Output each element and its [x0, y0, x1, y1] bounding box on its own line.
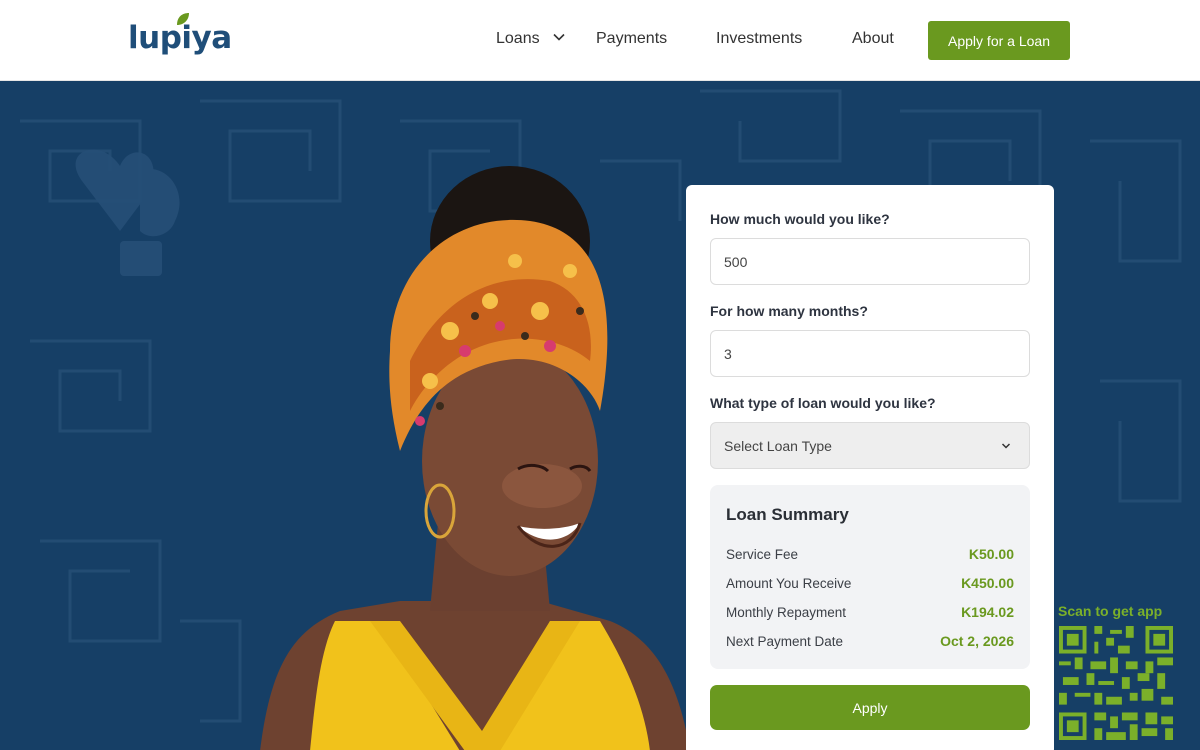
summary-label: Next Payment Date: [726, 634, 844, 649]
site-header: lupiya Loans Payments Investments About …: [0, 0, 1200, 81]
summary-label: Service Fee: [726, 547, 799, 562]
loan-type-selected: Select Loan Type: [724, 437, 832, 454]
nav-investments[interactable]: Investments: [716, 30, 802, 48]
apply-for-loan-button[interactable]: Apply for a Loan: [928, 21, 1070, 60]
summary-value: K194.02: [961, 604, 1014, 620]
summary-value: K50.00: [968, 546, 1014, 562]
summary-row-amount-receive: Amount You Receive K450.00: [726, 574, 1014, 594]
months-question: For how many months?: [710, 303, 868, 319]
summary-row-monthly-repayment: Monthly Repayment K194.02: [726, 603, 1014, 623]
leaf-icon: [177, 13, 189, 25]
summary-value: K450.00: [961, 575, 1014, 591]
loan-calculator-card: How much would you like? For how many mo…: [686, 185, 1054, 750]
amount-question: How much would you like?: [710, 211, 890, 227]
loan-type-select[interactable]: Select Loan Type: [710, 422, 1030, 469]
qr-label: Scan to get app: [1058, 603, 1163, 619]
summary-title: Loan Summary: [726, 505, 849, 524]
loan-summary: Loan Summary Service Fee K50.00 Amount Y…: [710, 485, 1030, 669]
nav-loans[interactable]: Loans: [496, 30, 566, 48]
lupiya-logo[interactable]: lupiya: [128, 12, 232, 58]
months-input[interactable]: [710, 330, 1030, 377]
hero-section: How much would you like? For how many mo…: [0, 81, 1200, 750]
nav-about[interactable]: About: [852, 30, 894, 48]
hero-photo: [260, 166, 690, 750]
qr-code-icon[interactable]: [1059, 626, 1173, 740]
summary-value: Oct 2, 2026: [940, 633, 1014, 649]
summary-label: Monthly Repayment: [726, 605, 847, 620]
chevron-down-icon: [553, 33, 565, 41]
apply-button[interactable]: Apply: [710, 685, 1030, 730]
loan-type-question: What type of loan would you like?: [710, 395, 936, 411]
chevron-down-icon: [1001, 443, 1011, 449]
nav-loans-label: Loans: [496, 30, 540, 47]
amount-input[interactable]: [710, 238, 1030, 285]
summary-row-service-fee: Service Fee K50.00: [726, 545, 1014, 565]
nav-payments[interactable]: Payments: [596, 30, 667, 48]
summary-label: Amount You Receive: [726, 576, 852, 591]
summary-row-next-payment-date: Next Payment Date Oct 2, 2026: [726, 632, 1014, 652]
